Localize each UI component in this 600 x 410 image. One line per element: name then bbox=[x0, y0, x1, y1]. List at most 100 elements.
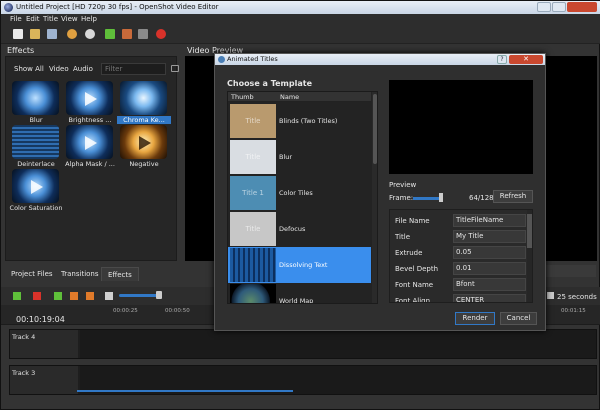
template-row[interactable]: Title Blur bbox=[228, 139, 371, 175]
property-row: File Name TitleFileName bbox=[390, 213, 526, 229]
current-time-readout: 00:10:19:04 bbox=[16, 315, 65, 324]
help-button[interactable]: ? bbox=[497, 55, 507, 64]
property-key: File Name bbox=[395, 217, 430, 225]
clear-filter-icon[interactable] bbox=[171, 65, 179, 72]
next-marker-icon[interactable] bbox=[86, 292, 94, 300]
export-video-icon[interactable] bbox=[156, 29, 166, 39]
open-project-icon[interactable] bbox=[30, 29, 40, 39]
template-name: World Map bbox=[279, 297, 314, 304]
effects-dock-title: Effects bbox=[7, 46, 35, 55]
property-key: Bevel Depth bbox=[395, 265, 439, 273]
property-key: Title bbox=[395, 233, 411, 241]
property-value-field[interactable]: CENTER bbox=[453, 294, 526, 302]
import-files-icon[interactable] bbox=[105, 29, 115, 39]
property-value-field[interactable]: 0.05 bbox=[453, 246, 526, 259]
property-key: Font Align... bbox=[395, 297, 437, 303]
undo-icon[interactable] bbox=[67, 29, 77, 39]
center-timeline-icon[interactable] bbox=[105, 292, 113, 300]
play-icon bbox=[85, 136, 97, 150]
effect-alpha-mask[interactable]: Alpha Mask / ... bbox=[63, 125, 117, 169]
tab-effects[interactable]: Effects bbox=[101, 267, 139, 281]
menu-file[interactable]: File bbox=[10, 15, 22, 23]
effect-thumbnail bbox=[66, 81, 113, 115]
frame-slider-handle[interactable] bbox=[439, 193, 443, 202]
zoom-slider-handle[interactable] bbox=[156, 291, 162, 299]
ruler-tick-label: 00:01:15 bbox=[561, 308, 586, 314]
effects-search-input[interactable] bbox=[101, 63, 166, 75]
minimize-button[interactable] bbox=[537, 2, 551, 12]
template-list-scrollbar[interactable] bbox=[372, 92, 377, 303]
previous-marker-icon[interactable] bbox=[70, 292, 78, 300]
tab-transitions[interactable]: Transitions bbox=[55, 267, 105, 281]
property-value-field[interactable]: My Title bbox=[453, 230, 526, 243]
property-row: Title My Title bbox=[390, 229, 526, 245]
choose-template-label: Choose a Template bbox=[227, 79, 312, 88]
effect-negative[interactable]: Negative bbox=[117, 125, 171, 169]
menu-view[interactable]: View bbox=[61, 15, 78, 23]
column-thumb[interactable]: Thumb bbox=[231, 93, 254, 101]
property-value-field[interactable]: TitleFileName bbox=[453, 214, 526, 227]
dialog-app-icon bbox=[218, 56, 225, 63]
properties-table: File Name TitleFileName Title My Title Extru… bbox=[389, 209, 533, 303]
effect-chroma-key[interactable]: Chroma Ke... bbox=[117, 81, 171, 125]
effect-blur[interactable]: Blur bbox=[9, 81, 63, 125]
cancel-button[interactable]: Cancel bbox=[500, 312, 537, 325]
scrollbar-handle[interactable] bbox=[373, 94, 377, 164]
template-row[interactable]: Title 1 Color Tiles bbox=[228, 175, 371, 211]
marker-icon[interactable] bbox=[54, 292, 62, 300]
maximize-button[interactable] bbox=[552, 2, 566, 12]
property-value-field[interactable]: Bfont bbox=[453, 278, 526, 291]
zoom-slider[interactable] bbox=[119, 294, 159, 297]
template-thumbnail bbox=[230, 284, 276, 303]
window-titlebar: Untitled Project [HD 720p 30 fps] - Open… bbox=[1, 1, 600, 14]
snapping-icon[interactable] bbox=[33, 292, 41, 300]
filter-show-all[interactable]: Show All bbox=[14, 65, 44, 73]
redo-icon[interactable] bbox=[85, 29, 95, 39]
scrollbar-handle[interactable] bbox=[527, 214, 532, 248]
effect-thumbnail bbox=[120, 125, 167, 159]
render-button[interactable]: Render bbox=[455, 312, 495, 325]
track-lane[interactable] bbox=[80, 330, 596, 358]
close-button[interactable] bbox=[567, 2, 597, 12]
template-row[interactable]: Title Defocus bbox=[228, 211, 371, 247]
zoom-label: 25 seconds bbox=[557, 293, 597, 301]
fullscreen-icon[interactable] bbox=[138, 29, 148, 39]
new-project-icon[interactable] bbox=[13, 29, 23, 39]
property-value-field[interactable]: 0.01 bbox=[453, 262, 526, 275]
track-name: Track 4 bbox=[10, 330, 78, 358]
filter-video[interactable]: Video bbox=[49, 65, 69, 73]
animated-titles-dialog: Animated Titles ? ✕ Choose a Template Th… bbox=[214, 53, 546, 331]
track-4[interactable]: Track 4 bbox=[9, 329, 597, 359]
column-name[interactable]: Name bbox=[280, 93, 299, 101]
effect-label: Chroma Ke... bbox=[117, 116, 171, 124]
effect-color-saturation[interactable]: Color Saturation bbox=[9, 169, 63, 213]
timeline-scrollbar[interactable] bbox=[77, 390, 293, 392]
template-row[interactable]: Dissolving Text bbox=[228, 247, 371, 283]
template-row[interactable]: Title Blinds (Two Titles) bbox=[228, 103, 371, 139]
menu-title[interactable]: Title bbox=[43, 15, 58, 23]
effect-deinterlace[interactable]: Deinterlace bbox=[9, 125, 63, 169]
template-row[interactable]: World Map bbox=[228, 283, 371, 304]
save-project-icon[interactable] bbox=[47, 29, 57, 39]
add-track-icon[interactable] bbox=[13, 292, 21, 300]
profile-icon[interactable] bbox=[122, 29, 132, 39]
menu-bar: File Edit Title View Help bbox=[1, 14, 600, 25]
dialog-title: Animated Titles bbox=[227, 55, 278, 63]
properties-scrollbar[interactable] bbox=[527, 210, 532, 302]
tab-project-files[interactable]: Project Files bbox=[5, 267, 59, 281]
effect-label: Color Saturation bbox=[9, 204, 63, 212]
menu-help[interactable]: Help bbox=[81, 15, 97, 23]
filter-audio[interactable]: Audio bbox=[73, 65, 93, 73]
menu-edit[interactable]: Edit bbox=[26, 15, 40, 23]
effects-grid: Blur Brightness ... Chroma Ke... Deinter… bbox=[9, 81, 174, 221]
effect-label: Negative bbox=[129, 160, 159, 168]
refresh-button[interactable]: Refresh bbox=[493, 190, 533, 203]
property-key: Font Name bbox=[395, 281, 434, 289]
effect-brightness[interactable]: Brightness ... bbox=[63, 81, 117, 125]
frame-count: 64/128 bbox=[469, 194, 494, 202]
frame-slider[interactable] bbox=[413, 197, 441, 200]
effect-label: Blur bbox=[29, 116, 43, 124]
effect-thumbnail bbox=[12, 125, 59, 159]
dialog-close-button[interactable]: ✕ bbox=[509, 55, 543, 64]
window-title: Untitled Project [HD 720p 30 fps] - Open… bbox=[16, 3, 219, 11]
